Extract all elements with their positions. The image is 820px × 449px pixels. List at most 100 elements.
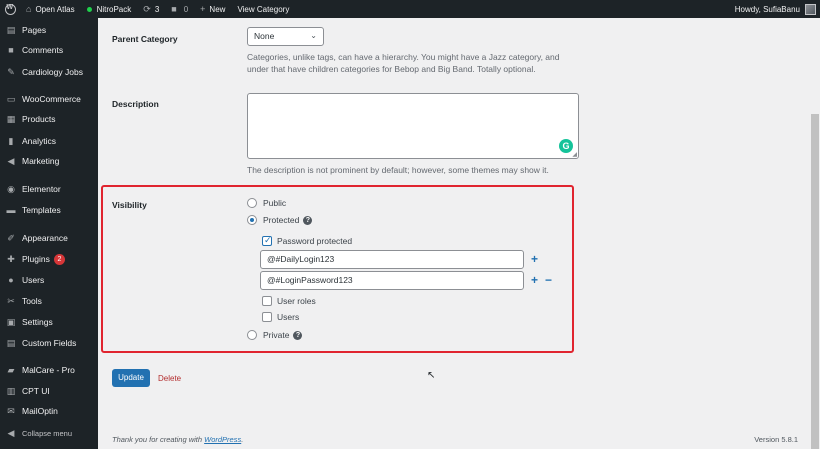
sidebar-item-analytics[interactable]: ▮ Analytics [0,132,98,150]
nitropack-link[interactable]: NitroPack [81,0,138,18]
parent-category-select[interactable]: None ⌄ [247,27,324,46]
password-protected-checkbox[interactable] [262,235,272,246]
wrench-icon: ✂ [7,295,15,306]
new-content-link[interactable]: + New [194,0,231,18]
help-icon[interactable]: ? [303,215,313,225]
sidebar-item-products[interactable]: ▦ Products [0,110,98,128]
public-label: Public [263,198,287,208]
add-password-button[interactable]: + [531,253,538,265]
sidebar-item-plugins[interactable]: ✚ Plugins 2 [0,250,98,268]
collapse-icon: ◀ [7,427,15,438]
analytics-icon: ▮ [8,135,14,146]
pages-icon: ▤ [6,24,16,35]
users-option[interactable]: Users [262,312,299,322]
private-option[interactable]: Private ? [247,330,303,340]
howdy-text: Howdy, SufiaBanu [734,4,800,14]
comment-icon: ■ [171,4,177,14]
parent-help-line-2: under that have children categories for … [247,64,536,74]
sidebar-item-marketing[interactable]: ◀ Marketing [0,152,98,170]
sidebar-item-settings[interactable]: ▣ Settings [0,313,98,331]
sidebar-item-cpt-ui[interactable]: ▥ CPT UI [0,382,98,400]
sidebar-item-label: Marketing [22,156,60,166]
sidebar-item-tools[interactable]: ✂ Tools [0,292,98,310]
sidebar-item-pages[interactable]: ▤ Pages [0,21,98,39]
page-scrollbar[interactable] [810,18,820,449]
avatar [805,3,816,15]
users-checkbox[interactable] [262,312,272,322]
updates-icon: ⟳ [143,3,151,14]
private-label: Private [263,330,290,340]
update-button[interactable]: Update [112,369,150,387]
woocommerce-icon: ▭ [6,93,16,104]
version-text: Version 5.8.1 [754,435,798,444]
site-name-link[interactable]: ⌂ Open Atlas [20,0,81,18]
user-roles-checkbox[interactable] [262,296,272,306]
sidebar-item-appearance[interactable]: ✐ Appearance [0,229,98,247]
comments-count: 0 [183,4,189,14]
main-content: Parent Category None ⌄ Categories, unlik… [98,18,810,449]
public-option[interactable]: Public [247,198,286,208]
comments-link[interactable]: ■ 0 [165,0,194,18]
sidebar-item-malcare-pro[interactable]: ▰ MalCare - Pro [0,361,98,379]
home-icon: ⌂ [26,4,32,14]
view-category-link[interactable]: View Category [231,0,295,18]
resize-handle-icon[interactable]: ◢ [572,151,577,158]
custom-fields-icon: ▤ [6,337,16,348]
sidebar-item-collapse-menu[interactable]: ◀ Collapse menu [0,424,98,442]
wordpress-link[interactable]: WordPress [204,435,241,444]
pin-icon: ✎ [7,66,15,77]
sidebar-item-mailoptin[interactable]: ✉ MailOptin [0,402,98,420]
new-label: New [209,4,226,14]
users-icon: ● [8,275,14,285]
sidebar-item-label: Custom Fields [22,338,77,348]
update-count-badge: 2 [53,253,65,265]
plugin-icon: ✚ [7,253,15,264]
malcare-icon: ▰ [7,364,15,375]
sidebar-item-label: Settings [22,317,53,327]
visibility-highlight-box [101,185,574,353]
sidebar-item-custom-fields[interactable]: ▤ Custom Fields [0,334,98,352]
sidebar-item-label: Collapse menu [22,428,73,438]
password-field-2[interactable]: @#LoginPassword123 [260,271,524,290]
grammarly-icon[interactable]: G [559,139,573,153]
private-radio[interactable] [247,330,257,340]
sidebar-item-woocommerce[interactable]: ▭ WooCommerce [0,90,98,108]
sidebar-item-comments[interactable]: ■ Comments [0,41,98,59]
nitropack-label: NitroPack [96,4,132,14]
delete-link[interactable]: Delete [158,374,181,383]
sidebar-item-label: Tools [22,296,42,306]
my-account-link[interactable]: Howdy, SufiaBanu [734,3,820,15]
sidebar-item-label: Products [22,114,56,124]
protected-option[interactable]: Protected ? [247,215,313,225]
wordpress-logo-icon[interactable] [0,0,20,18]
sidebar-item-users[interactable]: ● Users [0,271,98,289]
description-textarea[interactable]: G ◢ [247,93,579,159]
sidebar-item-label: Pages [22,25,47,35]
footer-thanks: Thank you for creating with WordPress. [112,435,243,444]
elementor-icon: ◉ [7,183,15,194]
help-icon[interactable]: ? [293,330,303,340]
public-radio[interactable] [247,198,257,208]
user-roles-option[interactable]: User roles [262,296,316,306]
sidebar-item-label: Users [22,275,45,285]
sidebar-item-elementor[interactable]: ◉ Elementor [0,180,98,198]
password-field-1[interactable]: @#DailyLogin123 [260,250,524,269]
sidebar-item-templates[interactable]: ▬ Templates [0,201,98,219]
site-name: Open Atlas [35,4,75,14]
protected-radio[interactable] [247,215,257,225]
sidebar-item-label: WooCommerce [22,94,81,104]
sidebar-item-label: CPT UI [22,386,50,396]
protected-label: Protected [263,215,300,225]
plus-icon: + [200,4,206,14]
scrollbar-thumb[interactable] [811,114,819,449]
password-protected-option[interactable]: Password protected [262,235,352,246]
brush-icon: ✐ [7,232,15,243]
parent-help-line-1: Categories, unlike tags, can have a hier… [247,52,560,62]
view-category-label: View Category [237,4,290,14]
settings-icon: ▣ [6,316,16,327]
remove-password-button[interactable]: − [545,274,552,286]
sidebar-item-cardiology-jobs[interactable]: ✎ Cardiology Jobs [0,63,98,81]
add-password-button-2[interactable]: + [531,274,538,286]
parent-category-label: Parent Category [112,34,178,44]
updates-link[interactable]: ⟳ 3 [137,0,165,18]
